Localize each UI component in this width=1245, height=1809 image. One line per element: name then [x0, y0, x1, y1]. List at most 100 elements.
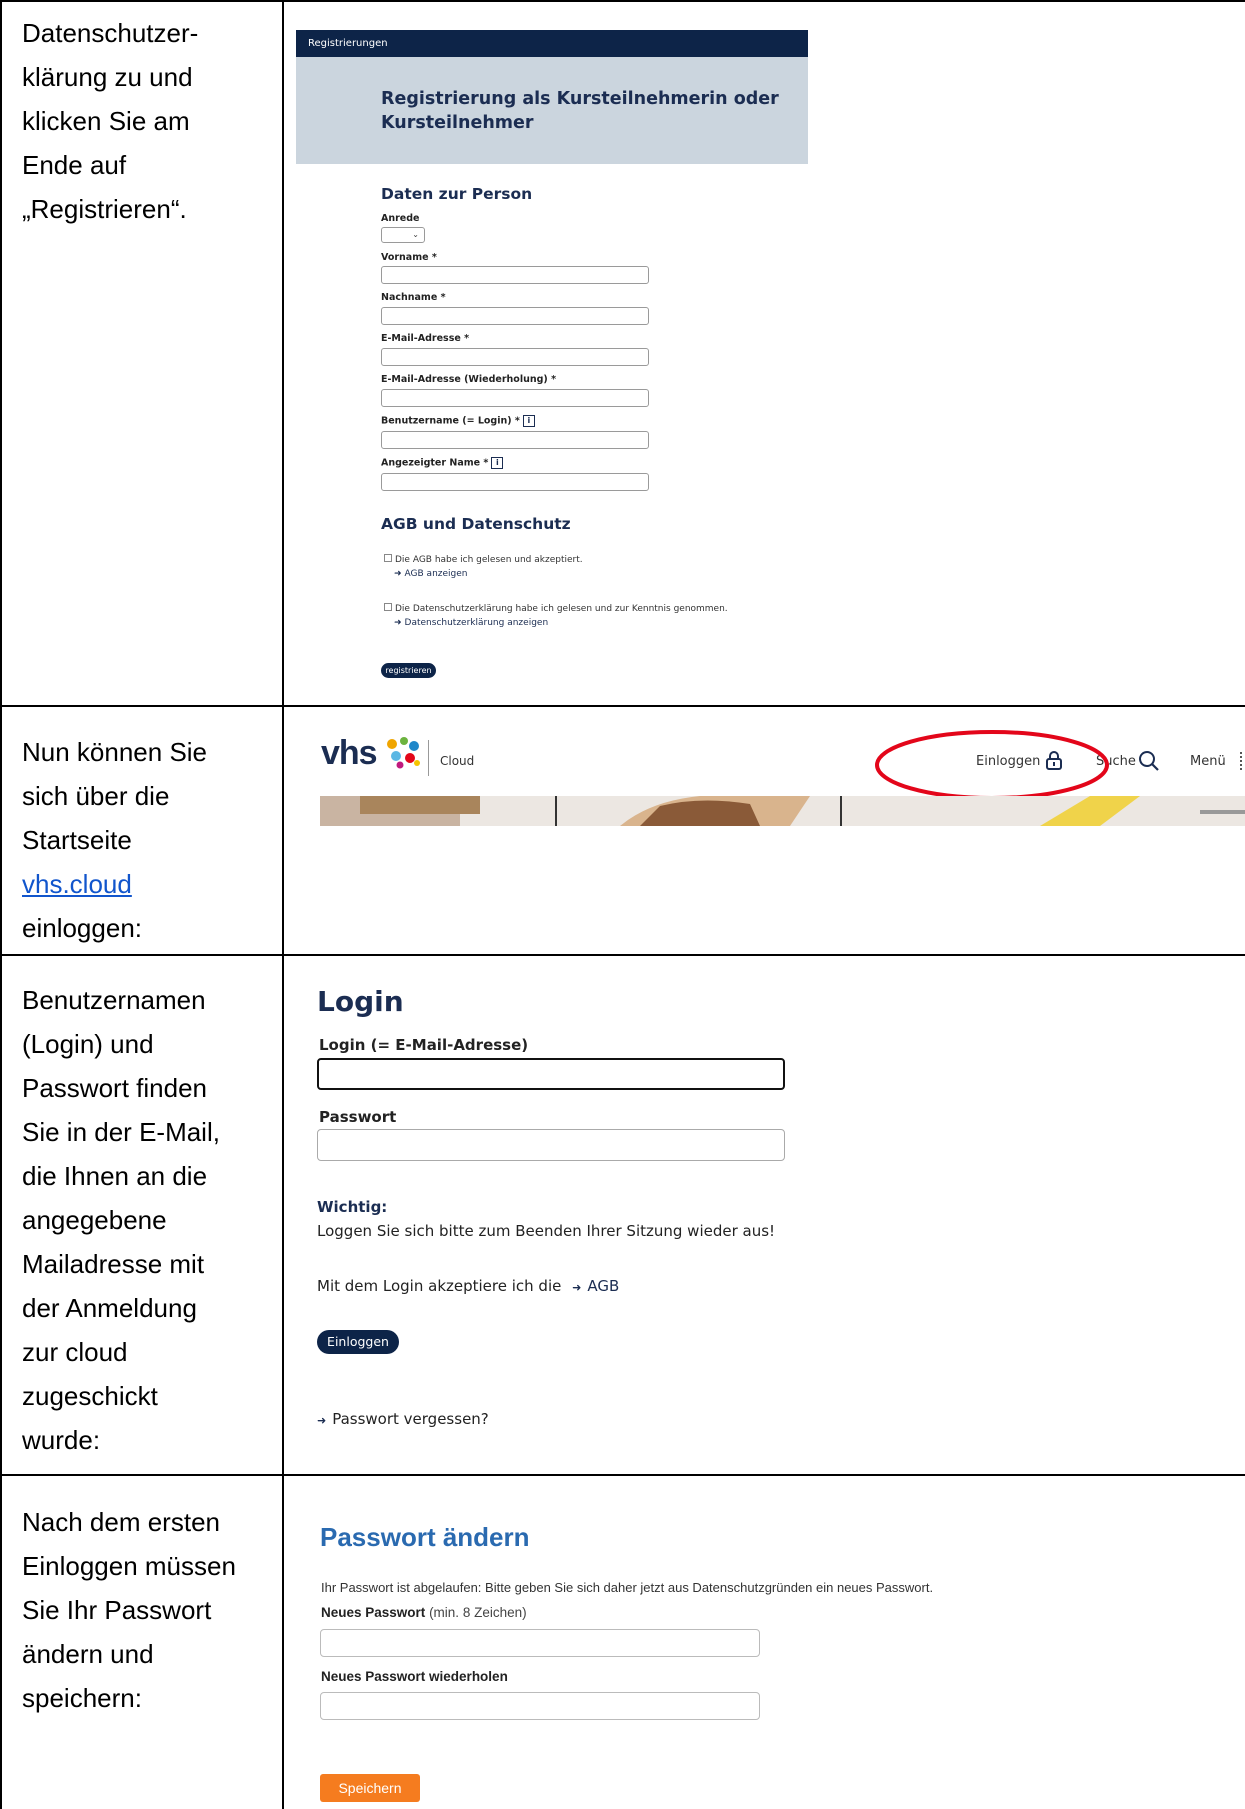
password-field[interactable] [317, 1129, 785, 1161]
instruction-line: (Login) und [22, 1029, 154, 1059]
login-email-field[interactable] [317, 1058, 785, 1090]
hero-image-strip [320, 796, 1245, 826]
agb-link[interactable]: AGB [587, 1277, 619, 1295]
instruction-line: Startseite [22, 825, 132, 855]
agb-checkbox[interactable] [384, 554, 392, 562]
instruction-text-4: Nach dem ersten Einloggen müssen Sie Ihr… [22, 1500, 272, 1720]
new-password-field[interactable] [320, 1629, 760, 1657]
vhs-logo-dots [387, 737, 420, 769]
instruction-line: zur cloud [22, 1337, 128, 1367]
display-name-label: Angezeigter Name * i [381, 457, 504, 469]
login-title: Login [317, 985, 404, 1018]
anrede-select[interactable]: ⌄ [381, 227, 425, 243]
table-row-divider [0, 1474, 1245, 1476]
username-label: Benutzername (= Login) * i [381, 415, 535, 427]
menu-nav-label[interactable]: Menü [1190, 754, 1226, 769]
forgot-password-link[interactable]: ➜ Passwort vergessen? [317, 1410, 489, 1428]
email-label: E-Mail-Adresse * [381, 333, 470, 344]
hero-image [320, 796, 1245, 826]
new-password-hint: (min. 8 Zeichen) [429, 1605, 527, 1620]
login-field-label: Login (= E-Mail-Adresse) [319, 1036, 529, 1054]
instruction-line: der Anmeldung [22, 1293, 197, 1323]
password-change-title: Passwort ändern [320, 1522, 530, 1552]
instruction-line: klärung zu und [22, 62, 193, 92]
logo-separator [428, 740, 429, 776]
agb-checkbox-label: Die AGB habe ich gelesen und akzeptiert. [395, 555, 583, 565]
nachname-label: Nachname * [381, 292, 446, 303]
email-field[interactable] [381, 348, 649, 366]
product-name: Cloud [440, 754, 475, 768]
table-column-divider [282, 0, 284, 1809]
section-agb-heading: AGB und Datenschutz [381, 515, 571, 533]
agb-link-text[interactable]: AGB anzeigen [405, 569, 468, 579]
instruction-line: klicken Sie am [22, 106, 190, 136]
instruction-line: Einloggen müssen [22, 1551, 236, 1581]
privacy-checkbox-row[interactable]: Die Datenschutzerklärung habe ich gelese… [384, 603, 728, 614]
instruction-line: Benutzernamen [22, 985, 206, 1015]
privacy-link[interactable]: ➜ Datenschutzerklärung anzeigen [394, 618, 548, 628]
info-icon[interactable]: i [491, 457, 504, 469]
register-button[interactable]: registrieren [381, 663, 436, 678]
repeat-password-field[interactable] [320, 1692, 760, 1720]
agb-notice: Mit dem Login akzeptiere ich die ➜ AGB [317, 1277, 619, 1295]
instruction-line: speichern: [22, 1683, 142, 1713]
instruction-line: wurde: [22, 1425, 101, 1455]
vorname-field[interactable] [381, 266, 649, 284]
privacy-link-text[interactable]: Datenschutzerklärung anzeigen [405, 618, 549, 628]
instruction-text-3: Benutzernamen (Login) und Passwort finde… [22, 978, 272, 1462]
new-password-label: Neues Passwort (min. 8 Zeichen) [321, 1605, 527, 1620]
username-field[interactable] [381, 431, 649, 449]
agb-link[interactable]: ➜ AGB anzeigen [394, 569, 468, 579]
display-name-label-text: Angezeigter Name * [381, 457, 489, 469]
agb-checkbox-row[interactable]: Die AGB habe ich gelesen und akzeptiert. [384, 554, 583, 565]
registrations-bar: Registrierungen [296, 30, 808, 57]
agb-notice-text: Mit dem Login akzeptiere ich die [317, 1277, 562, 1295]
instruction-line: ändern und [22, 1639, 154, 1669]
instruction-line: Sie in der E-Mail, [22, 1117, 220, 1147]
password-field-label: Passwort [319, 1108, 397, 1126]
annotation-ellipse [875, 730, 1109, 800]
username-label-text: Benutzername (= Login) * [381, 415, 520, 427]
instruction-line: zugeschickt [22, 1381, 158, 1411]
new-password-label-text: Neues Passwort [321, 1605, 426, 1620]
important-text: Loggen Sie sich bitte zum Beenden Ihrer … [317, 1222, 776, 1240]
repeat-password-label-text: Neues Passwort wiederholen [321, 1669, 508, 1684]
registration-title: Registrierung als Kursteilnehmerin oder … [381, 89, 779, 133]
privacy-checkbox-label: Die Datenschutzerklärung habe ich gelese… [395, 604, 728, 614]
privacy-checkbox[interactable] [384, 603, 392, 611]
arrow-right-icon: ➜ [394, 618, 402, 628]
section-person-heading: Daten zur Person [381, 185, 533, 203]
important-heading: Wichtig: [317, 1198, 388, 1216]
instruction-line: Nun können Sie [22, 737, 208, 767]
forgot-password-text[interactable]: Passwort vergessen? [332, 1410, 489, 1428]
instruction-line: Nach dem ersten [22, 1507, 220, 1537]
menu-dots-icon[interactable] [1240, 752, 1245, 770]
search-icon[interactable] [1138, 750, 1160, 772]
instruction-line: die Ihnen an die [22, 1161, 208, 1191]
vhs-cloud-link[interactable]: vhs.cloud [22, 869, 132, 899]
password-expired-notice: Ihr Passwort ist abgelaufen: Bitte geben… [321, 1580, 934, 1595]
chevron-down-icon: ⌄ [412, 230, 419, 239]
anrede-label: Anrede [381, 213, 420, 224]
table-border-left [0, 0, 2, 1809]
email-repeat-field[interactable] [381, 389, 649, 407]
table-row-divider [0, 705, 1245, 707]
instruction-line: Sie Ihr Passwort [22, 1595, 212, 1625]
save-button[interactable]: Speichern [320, 1774, 420, 1802]
arrow-right-icon: ➜ [394, 569, 402, 579]
login-button[interactable]: Einloggen [317, 1330, 399, 1354]
nachname-field[interactable] [381, 307, 649, 325]
info-icon[interactable]: i [522, 415, 535, 427]
instruction-line: Ende auf [22, 150, 127, 180]
vhs-logo[interactable]: vhs [321, 734, 378, 773]
instruction-line: Mailadresse mit [22, 1249, 205, 1279]
instruction-text-2: Nun können Sie sich über die Startseite … [22, 730, 272, 950]
display-name-field[interactable] [381, 473, 649, 491]
instruction-text-1: Datenschutzer- klärung zu und klicken Si… [22, 11, 272, 231]
arrow-right-icon: ➜ [572, 1281, 582, 1294]
instruction-line: angegebene [22, 1205, 167, 1235]
table-border-top [0, 0, 1245, 2]
menu-nav-item[interactable]: Menü [1190, 754, 1226, 769]
table-row-divider [0, 954, 1245, 956]
repeat-password-label: Neues Passwort wiederholen [321, 1669, 508, 1684]
